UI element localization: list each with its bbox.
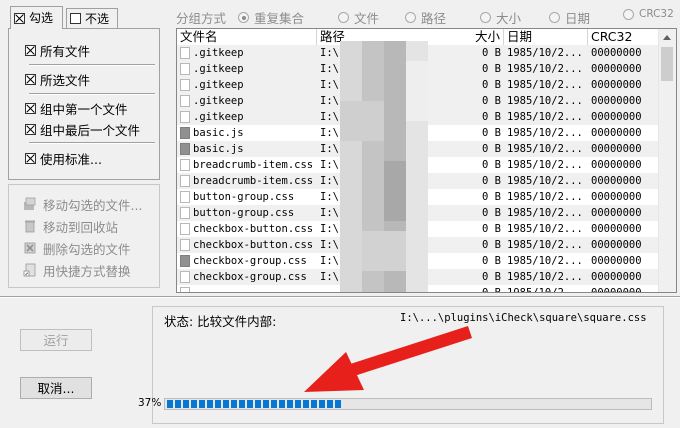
tab-check-checkbox[interactable] [14,12,25,24]
tab-check-label: 勾选 [29,11,54,25]
tab-check[interactable]: 勾选 [10,6,63,29]
annotation-arrow-icon [304,326,472,392]
